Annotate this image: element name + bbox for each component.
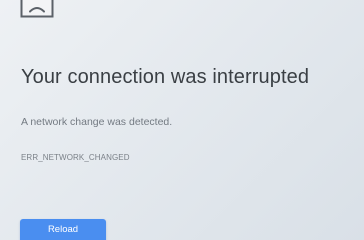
error-page: Your connection was interrupted A networ… xyxy=(0,0,364,240)
sad-document-icon xyxy=(20,0,54,18)
reload-button[interactable]: Reload xyxy=(20,219,106,240)
error-title: Your connection was interrupted xyxy=(21,66,310,88)
error-message: A network change was detected. xyxy=(21,116,173,128)
error-code: ERR_NETWORK_CHANGED xyxy=(21,153,130,162)
